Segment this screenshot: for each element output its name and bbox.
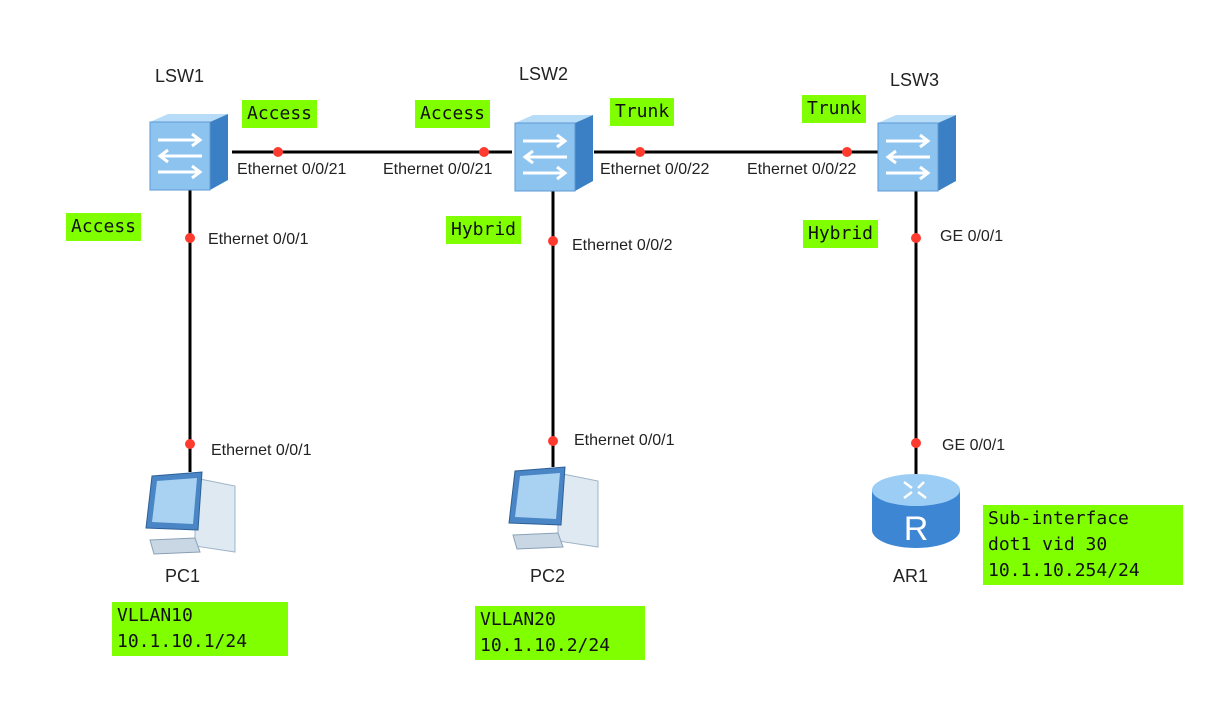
device-label-lsw3: LSW3 [890,70,940,90]
pc2-vlan: VLLAN20 [480,609,556,630]
port-label: GE 0/0/1 [940,228,1004,245]
port-dot [842,147,852,157]
port-label: Ethernet 0/0/21 [237,161,347,178]
router-icon[interactable]: R [868,470,964,552]
port-label: Ethernet 0/0/21 [383,161,493,178]
port-mode-tag: Trunk [802,95,867,123]
port-dot [911,438,921,448]
port-dot [185,233,195,243]
network-topology-diagram: R LSW1 LSW2 LSW3 PC1 PC2 AR1 Ethernet 0/… [0,0,1213,725]
port-dot [273,147,283,157]
port-dot [479,147,489,157]
port-mode-tag: Trunk [610,98,675,126]
ar1-ip: 10.1.10.254/24 [988,560,1140,581]
device-label-lsw2: LSW2 [519,64,569,84]
device-label-ar1: AR1 [893,566,929,586]
pc1-vlan: VLLAN10 [117,605,193,626]
ar1-note: Sub-interface dot1 vid 30 10.1.10.254/24 [983,505,1183,585]
port-mode-tag: Access [66,213,142,241]
switch-icon[interactable] [140,110,240,196]
pc1-ip: 10.1.10.1/24 [117,631,248,652]
switch-icon[interactable] [505,111,605,197]
pc-icon[interactable] [503,463,603,553]
port-label: Ethernet 0/0/22 [747,161,857,178]
port-label: Ethernet 0/0/1 [208,231,309,248]
port-dot [185,439,195,449]
port-label: GE 0/0/1 [942,437,1006,454]
svg-text:R: R [904,510,929,548]
device-label-pc2: PC2 [530,566,566,586]
port-dot [548,236,558,246]
port-label: Ethernet 0/0/1 [211,442,312,459]
port-label: Ethernet 0/0/2 [572,237,673,254]
device-label-lsw1: LSW1 [155,66,205,86]
port-dot [911,233,921,243]
port-mode-tag: Hybrid [803,220,879,248]
ar1-subinterface: Sub-interface [988,508,1129,529]
device-label-pc1: PC1 [165,566,201,586]
pc2-ip: 10.1.10.2/24 [480,635,611,656]
ar1-dot1q: dot1 vid 30 [988,534,1108,555]
pc1-note: VLLAN10 10.1.10.1/24 [112,602,288,656]
pc-icon[interactable] [140,468,240,558]
switch-icon[interactable] [868,111,968,197]
port-mode-tag: Access [242,100,318,128]
port-dot [548,436,558,446]
port-mode-tag: Access [415,100,491,128]
port-dot [635,147,645,157]
pc2-note: VLLAN20 10.1.10.2/24 [475,606,645,660]
port-label: Ethernet 0/0/22 [600,161,710,178]
port-label: Ethernet 0/0/1 [574,432,675,449]
port-mode-tag: Hybrid [446,216,522,244]
